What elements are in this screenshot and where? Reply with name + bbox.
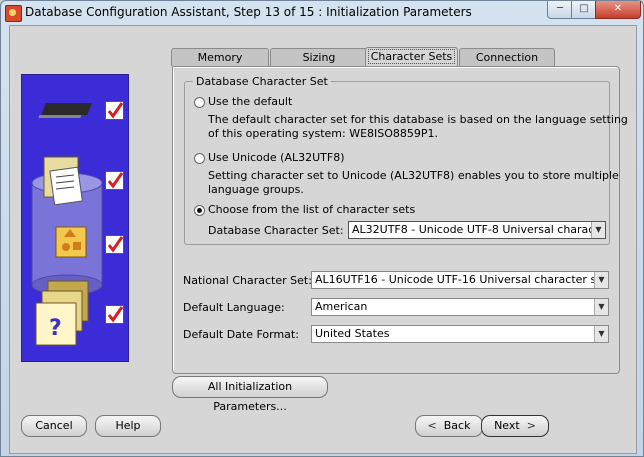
chevron-down-icon: ▼ <box>591 222 605 238</box>
checkmark-icon <box>107 172 124 189</box>
step-complete-checkbox <box>105 235 124 254</box>
use-default-label[interactable]: Use the default <box>208 95 292 108</box>
database-character-set-label: Database Character Set: <box>208 224 344 237</box>
tab-memory[interactable]: Memory <box>171 48 269 66</box>
minimize-button[interactable]: ─ <box>547 1 573 19</box>
dialog-content: ? Memory Sizing Character Sets Connectio… <box>9 25 637 454</box>
national-character-set-value: AL16UTF16 - Unicode UTF-16 Universal cha… <box>315 273 608 286</box>
default-language-value: American <box>315 300 368 313</box>
character-sets-panel: Database Character Set Use the default T… <box>172 66 628 374</box>
default-language-select[interactable]: American ▼ <box>311 298 609 316</box>
national-character-set-select[interactable]: AL16UTF16 - Unicode UTF-16 Universal cha… <box>311 271 609 289</box>
choose-from-list-radio[interactable] <box>194 205 205 216</box>
step-complete-checkbox <box>105 305 124 324</box>
wizard-progress-illustration: ? <box>21 74 129 362</box>
checkmark-icon <box>107 102 124 119</box>
checkmark-icon <box>107 236 124 253</box>
window-title: Database Configuration Assistant, Step 1… <box>25 5 472 19</box>
tab-character-sets-label: Character Sets <box>367 49 456 64</box>
chevron-down-icon: ▼ <box>594 299 608 315</box>
tab-connection-mode[interactable]: Connection Mode <box>459 48 555 81</box>
default-language-label: Default Language: <box>183 301 285 314</box>
all-initialization-parameters-button[interactable]: All Initialization Parameters... <box>172 376 328 413</box>
database-character-set-select[interactable]: AL32UTF8 - Unicode UTF-8 Universal chara… <box>348 221 606 239</box>
chevron-down-icon: ▼ <box>594 326 608 342</box>
title-bar[interactable]: Database Configuration Assistant, Step 1… <box>1 1 643 25</box>
use-unicode-label[interactable]: Use Unicode (AL32UTF8) <box>208 151 344 164</box>
default-date-format-select[interactable]: United States ▼ <box>311 325 609 343</box>
folders-question-icon: ? <box>35 280 89 346</box>
choose-from-list-label[interactable]: Choose from the list of character sets <box>208 203 415 216</box>
database-character-set-group: Database Character Set Use the default T… <box>184 75 628 245</box>
close-button[interactable]: ✕ <box>595 1 641 19</box>
tab-character-sets[interactable]: Character Sets <box>365 47 458 66</box>
next-button[interactable]: Next > <box>481 415 549 437</box>
memory-chip-icon <box>38 103 92 118</box>
database-character-set-value: AL32UTF8 - Unicode UTF-8 Universal chara… <box>352 223 606 236</box>
chevron-down-icon: ▼ <box>594 272 608 288</box>
default-description: The default character set for this datab… <box>208 113 628 140</box>
back-button[interactable]: < Back <box>415 415 483 437</box>
default-date-format-label: Default Date Format: <box>183 328 299 341</box>
default-date-format-value: United States <box>315 327 390 340</box>
group-legend: Database Character Set <box>193 75 331 88</box>
step-complete-checkbox <box>105 171 124 190</box>
next-arrow-icon: > <box>526 419 536 432</box>
app-icon <box>5 5 22 22</box>
step-complete-checkbox <box>105 101 124 120</box>
help-button[interactable]: Help <box>95 415 161 437</box>
tab-sizing[interactable]: Sizing <box>270 48 368 66</box>
unicode-description: Setting character set to Unicode (AL32UT… <box>208 169 619 196</box>
checkmark-icon <box>107 306 124 323</box>
national-character-set-label: National Character Set: <box>183 274 312 287</box>
use-default-radio[interactable] <box>194 97 205 108</box>
shapes-icon <box>55 226 87 258</box>
use-unicode-radio[interactable] <box>194 153 205 164</box>
svg-text:?: ? <box>49 316 62 341</box>
maximize-button[interactable]: □ <box>571 1 597 19</box>
back-arrow-icon: < <box>427 419 437 432</box>
next-label: Next <box>494 419 520 432</box>
dbca-window: Database Configuration Assistant, Step 1… <box>0 0 644 457</box>
cancel-button[interactable]: Cancel <box>21 415 87 437</box>
back-label: Back <box>443 419 471 432</box>
